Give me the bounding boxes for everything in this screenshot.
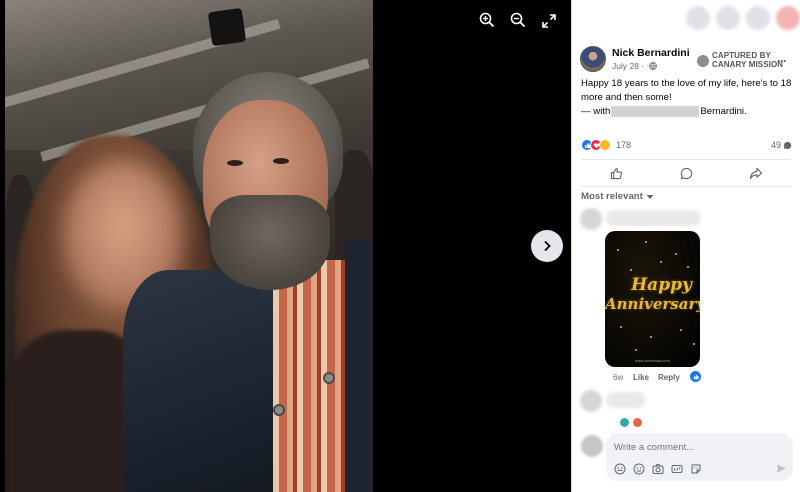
comment-time[interactable]: 6w bbox=[613, 373, 623, 382]
notifications-icon[interactable] bbox=[746, 6, 770, 30]
comment-icon bbox=[680, 167, 692, 179]
post-date-text: July 28 · bbox=[612, 61, 645, 71]
comment-like-badge-icon bbox=[690, 371, 701, 382]
comment-count[interactable]: 49 bbox=[771, 140, 792, 150]
photo-viewer bbox=[0, 0, 571, 492]
comment-count-text: 49 bbox=[770, 140, 781, 150]
gif-sparkle bbox=[693, 343, 695, 345]
more-options-icon[interactable]: ··· bbox=[777, 54, 787, 68]
account-icon[interactable] bbox=[776, 6, 800, 30]
photo-eye bbox=[227, 160, 243, 166]
with-prefix: — with bbox=[581, 106, 611, 117]
next-photo-button[interactable] bbox=[531, 230, 563, 262]
captured-text: CAPTURED BY CANARY MISSION bbox=[712, 51, 784, 69]
like-button[interactable] bbox=[596, 163, 636, 183]
gif-text-line2: Anniversary bbox=[605, 295, 700, 313]
gif-sparkle bbox=[680, 329, 682, 331]
thumbs-up-icon bbox=[610, 167, 622, 179]
composer-tools bbox=[614, 463, 702, 475]
care-reaction-icon bbox=[599, 139, 611, 151]
top-nav-icons bbox=[686, 6, 800, 32]
fullscreen-icon[interactable] bbox=[542, 14, 564, 36]
tagged-with: — with Bernardini. bbox=[581, 106, 747, 117]
share-icon bbox=[749, 167, 763, 179]
emoji-icon[interactable] bbox=[633, 463, 645, 475]
gif-icon[interactable] bbox=[671, 463, 683, 475]
camera-icon[interactable] bbox=[652, 463, 664, 475]
sticker-icon[interactable] bbox=[690, 463, 702, 475]
author-avatar[interactable] bbox=[580, 46, 606, 72]
photo-denim-jacket-right bbox=[345, 240, 373, 492]
comment-button[interactable] bbox=[666, 163, 706, 183]
comment-composer bbox=[576, 433, 793, 483]
globe-icon bbox=[648, 62, 657, 70]
gif-sparkle bbox=[645, 241, 647, 243]
post-date[interactable]: July 28 · bbox=[612, 61, 690, 71]
reactions-summary[interactable]: 178 bbox=[581, 139, 631, 151]
author-name[interactable]: Nick Bernardini bbox=[612, 47, 690, 59]
gif-sparkle bbox=[687, 266, 689, 268]
current-user-avatar bbox=[581, 435, 603, 457]
comment-reply-button[interactable]: Reply bbox=[658, 373, 680, 382]
photo-jacket-button bbox=[273, 404, 285, 416]
post-header: Nick Bernardini July 28 · bbox=[580, 46, 690, 72]
post-photo bbox=[5, 0, 373, 492]
caret-down-icon bbox=[646, 194, 654, 199]
zoom-out-icon[interactable] bbox=[510, 12, 532, 34]
chevron-right-icon bbox=[544, 240, 551, 252]
post-text: Happy 18 years to the love of my life, h… bbox=[581, 78, 792, 103]
reaction-count: 178 bbox=[616, 140, 632, 150]
gif-footer: www.funimada.com bbox=[635, 358, 670, 363]
comment-like-button[interactable]: Like bbox=[633, 373, 649, 382]
commenter-avatar[interactable] bbox=[580, 208, 602, 230]
redacted-name bbox=[611, 106, 700, 117]
comment-bubble-icon bbox=[783, 141, 792, 149]
photo-ceiling-light bbox=[207, 7, 247, 47]
avatar-sticker-icon[interactable] bbox=[614, 463, 626, 475]
send-icon[interactable] bbox=[776, 463, 787, 474]
gif-sparkle bbox=[620, 326, 622, 328]
commenter-name-blurred bbox=[606, 392, 646, 408]
sort-label: Most relevant bbox=[581, 191, 643, 202]
captured-watermark: CAPTURED BY CANARY MISSION bbox=[697, 51, 784, 69]
gif-sparkle bbox=[635, 349, 637, 351]
commenter-name-blurred bbox=[606, 210, 701, 226]
gif-sparkle bbox=[675, 253, 677, 255]
canary-mission-logo-icon bbox=[697, 54, 709, 67]
photo-person-right-beard bbox=[210, 195, 330, 290]
photo-jacket-button bbox=[323, 372, 335, 384]
with-suffix[interactable]: Bernardini. bbox=[700, 106, 746, 117]
gif-text-line1: Happy bbox=[631, 275, 692, 295]
comment-box bbox=[606, 433, 793, 481]
photo-eye bbox=[273, 158, 289, 164]
comment-input[interactable] bbox=[614, 442, 784, 453]
gif-sparkle bbox=[660, 261, 662, 263]
reaction-sticker-icon bbox=[633, 418, 642, 427]
gif-sparkle bbox=[617, 249, 619, 251]
share-button[interactable] bbox=[736, 163, 776, 183]
comment-sort-selector[interactable]: Most relevant bbox=[581, 191, 654, 202]
commenter-avatar[interactable] bbox=[580, 390, 602, 412]
photo-denim-jacket bbox=[123, 270, 273, 492]
comment-gif[interactable]: Happy Anniversary www.funimada.com bbox=[605, 231, 700, 367]
menu-icon[interactable] bbox=[686, 6, 710, 30]
zoom-in-icon[interactable] bbox=[479, 12, 501, 34]
messenger-icon[interactable] bbox=[716, 6, 740, 30]
post-actions bbox=[581, 159, 791, 187]
reaction-sticker-icon bbox=[620, 418, 629, 427]
gif-sparkle bbox=[650, 336, 652, 338]
gif-sparkle bbox=[630, 269, 632, 271]
captured-line2: CANARY MISSION bbox=[712, 59, 784, 69]
